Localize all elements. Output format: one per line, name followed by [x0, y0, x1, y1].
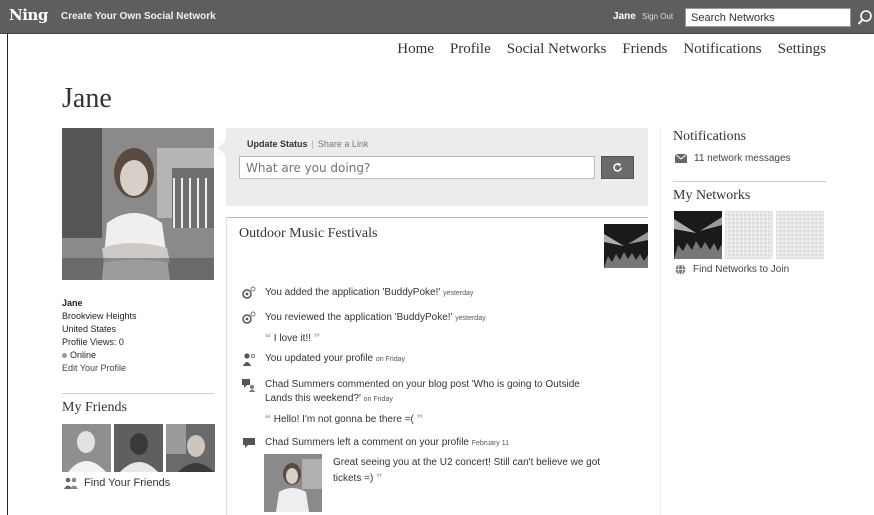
feed-divider — [226, 217, 648, 218]
create-network-link[interactable]: Create Your Own Social Network — [61, 11, 216, 22]
find-friends-link[interactable]: Find Your Friends — [64, 477, 170, 489]
friend-thumbnail[interactable] — [62, 424, 111, 472]
nav-friends[interactable]: Friends — [622, 41, 667, 58]
activity-text: You updated your profile — [265, 353, 374, 364]
feed-right-border — [660, 128, 661, 515]
profile-city: Brookview Heights — [62, 311, 137, 321]
page-title: Jane — [62, 83, 112, 114]
comment-text: Great seeing you at the U2 concert! Stil… — [333, 456, 633, 486]
status-submit-button[interactable] — [601, 156, 634, 179]
search-icon[interactable] — [857, 8, 874, 27]
find-networks-label: Find Networks to Join — [693, 264, 790, 275]
activity-quote: “ I love it!! ” — [265, 330, 486, 346]
divider — [62, 393, 214, 394]
activity-quote: “ Hello! I'm not gonna be there =( ” — [265, 411, 580, 427]
friend-thumbnail[interactable] — [166, 424, 215, 472]
feed-left-border — [226, 217, 227, 515]
activity-text: Chad Summers commented on your blog post… — [265, 379, 580, 390]
activity-text-cont: Lands this weekend?' — [265, 393, 361, 404]
feed-thumbnail[interactable] — [604, 224, 648, 268]
open-quote-icon: “ — [265, 330, 271, 344]
close-quote-icon: ” — [376, 470, 383, 484]
status-input[interactable] — [239, 156, 595, 179]
find-friends-label: Find Your Friends — [84, 477, 171, 489]
profile-name: Jane — [62, 298, 83, 308]
globe-icon — [675, 264, 686, 275]
close-quote-icon: ” — [416, 411, 423, 425]
nav-notifications[interactable]: Notifications — [683, 41, 761, 58]
tab-share-link[interactable]: Share a Link — [318, 139, 369, 149]
refresh-icon — [613, 162, 622, 172]
network-thumbnail[interactable] — [674, 211, 722, 259]
notification-item[interactable]: 11 network messages — [675, 153, 791, 164]
search-input[interactable] — [685, 8, 851, 27]
close-quote-icon: ” — [313, 330, 320, 344]
application-icon — [242, 286, 256, 299]
notifications-title: Notifications — [673, 129, 747, 144]
tab-update-status[interactable]: Update Status — [247, 139, 308, 149]
network-list — [674, 211, 824, 259]
left-border — [7, 34, 8, 515]
nav-settings[interactable]: Settings — [778, 41, 826, 58]
profile-icon — [243, 353, 256, 366]
divider — [673, 181, 826, 182]
activity-text: Chad Summers left a comment on your prof… — [265, 437, 469, 448]
activity-time: on Friday — [375, 356, 406, 363]
my-friends-title: My Friends — [62, 400, 127, 415]
tab-separator: | — [311, 139, 314, 149]
main-nav: Home Profile Social Networks Friends Not… — [397, 41, 826, 58]
feed-title[interactable]: Outdoor Music Festivals — [239, 226, 377, 242]
nav-profile[interactable]: Profile — [450, 41, 491, 58]
activity-text: You added the application 'BuddyPoke!' — [265, 287, 441, 298]
user-name-link[interactable]: Jane — [613, 11, 636, 22]
profile-views: Profile Views: 0 — [62, 337, 124, 347]
status-pointer — [218, 140, 226, 156]
sign-out-link[interactable]: Sign Out — [642, 12, 673, 21]
activity-time: yesterday — [455, 315, 486, 322]
online-dot-icon — [62, 353, 67, 359]
comment-line-2: tickets =) — [333, 473, 374, 484]
quote-text: Hello! I'm not gonna be there =( — [273, 414, 414, 425]
nav-home[interactable]: Home — [397, 41, 434, 58]
comment-icon — [243, 438, 255, 448]
people-icon — [64, 477, 78, 489]
activity-time: yesterday — [443, 290, 474, 297]
edit-profile-link[interactable]: Edit Your Profile — [62, 362, 137, 375]
network-thumbnail[interactable] — [776, 211, 824, 259]
online-label: Online — [70, 350, 97, 360]
activity-text: You reviewed the application 'BuddyPoke!… — [265, 312, 453, 323]
my-networks-title: My Networks — [673, 188, 751, 203]
open-quote-icon: “ — [265, 411, 271, 425]
notification-label: 11 network messages — [694, 153, 791, 164]
profile-country: United States — [62, 324, 117, 334]
ning-logo[interactable]: Ning — [9, 6, 48, 24]
profile-info: Jane Brookview Heights United States Pro… — [62, 297, 137, 375]
blog-comment-icon — [242, 379, 255, 392]
profile-photo[interactable] — [62, 128, 214, 280]
friends-list — [62, 424, 215, 472]
top-bar: Ning Create Your Own Social Network Jane… — [0, 0, 874, 34]
network-thumbnail[interactable] — [725, 211, 773, 259]
online-status: Online — [62, 349, 137, 362]
quote-text: I love it!! — [273, 333, 312, 344]
activity-time: on Friday — [363, 396, 393, 403]
envelope-icon — [675, 154, 687, 163]
status-tabs: Update Status | Share a Link — [247, 139, 368, 149]
nav-social-networks[interactable]: Social Networks — [507, 41, 607, 58]
find-networks-link[interactable]: Find Networks to Join — [675, 264, 789, 275]
activity-time: February 11 — [471, 440, 509, 447]
application-icon — [242, 311, 256, 324]
friend-thumbnail[interactable] — [114, 424, 163, 472]
commenter-avatar[interactable] — [264, 454, 322, 512]
comment-line-1: Great seeing you at the U2 concert! Stil… — [333, 457, 601, 468]
